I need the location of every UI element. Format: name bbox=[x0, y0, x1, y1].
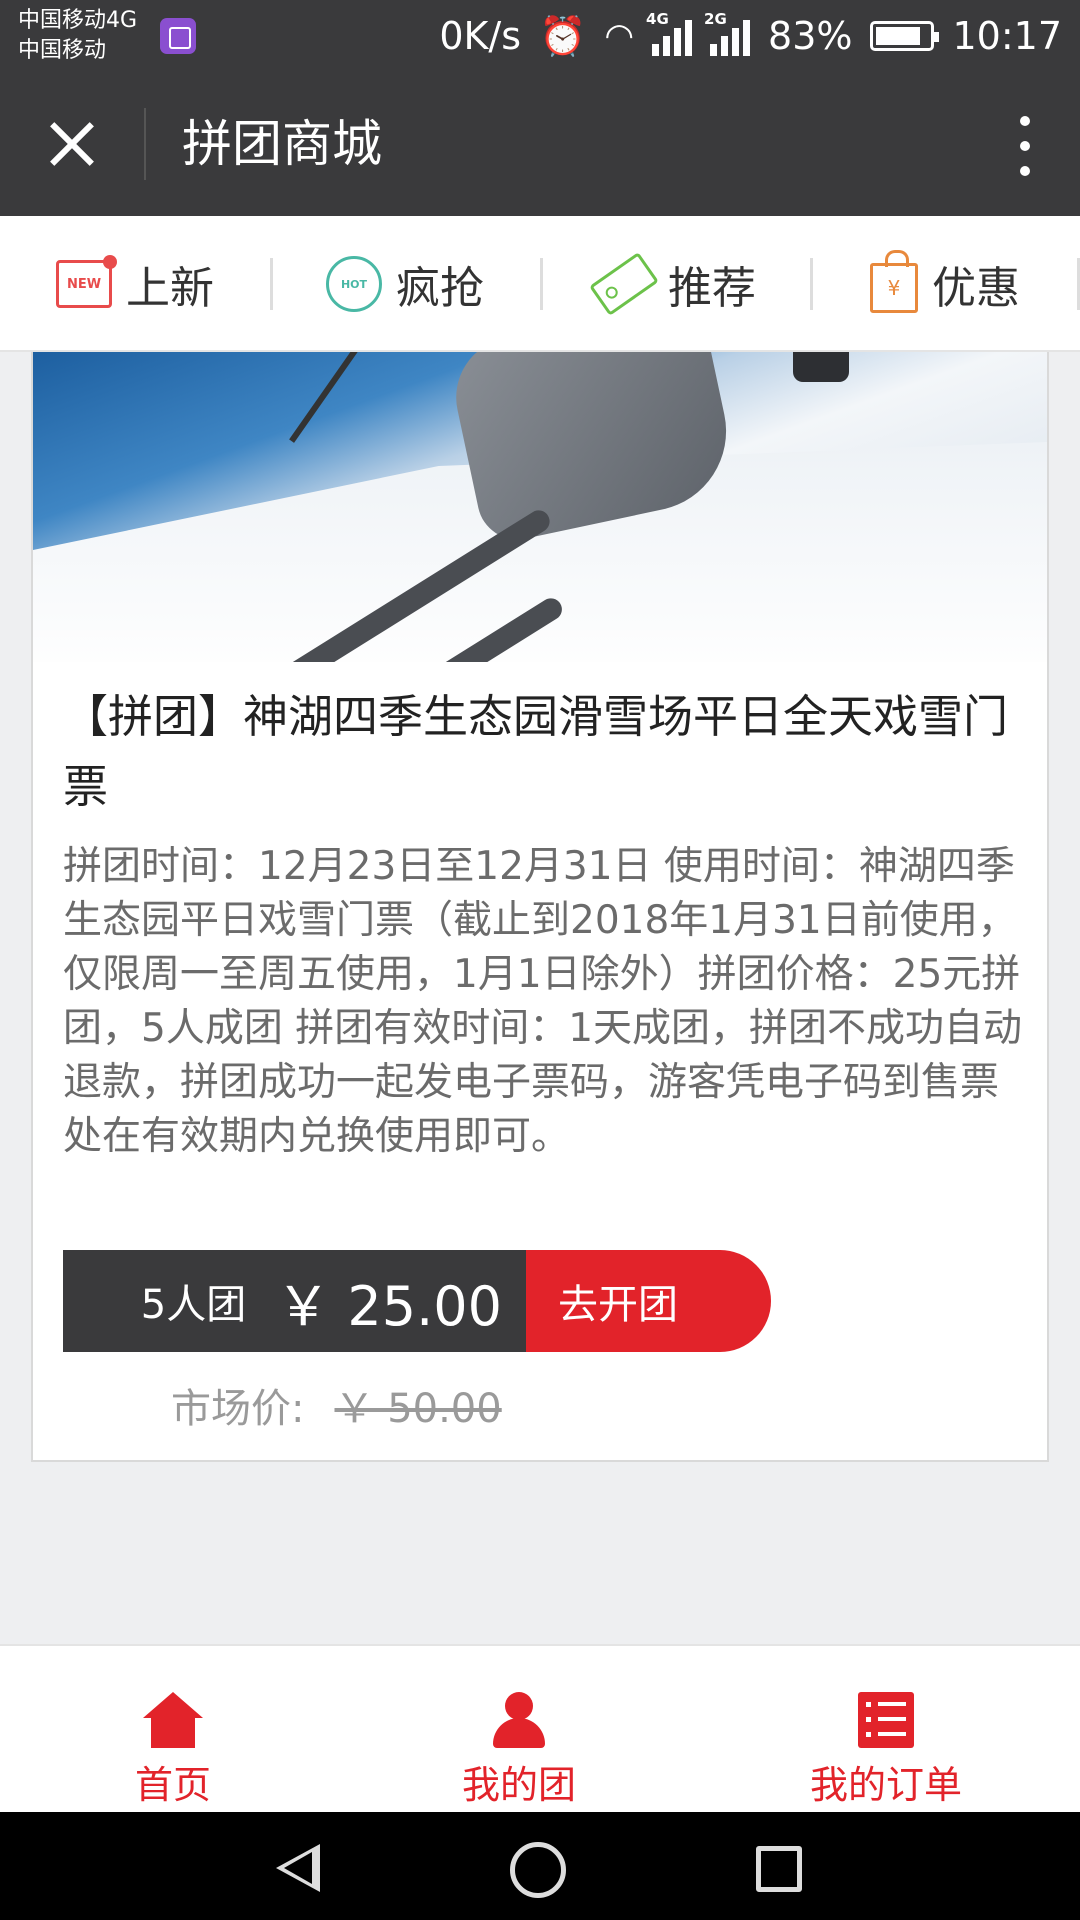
carrier-line-1: 中国移动4G bbox=[18, 8, 138, 33]
signal-4g-icon: 4G bbox=[646, 10, 693, 56]
category-discount[interactable]: ¥ 优惠 bbox=[810, 216, 1080, 352]
gallery-notification-icon bbox=[160, 18, 196, 54]
market-price-row: 市场价: ￥ 50.00 bbox=[171, 1376, 502, 1434]
battery-percent: 83% bbox=[768, 14, 853, 58]
hot-icon: HOT bbox=[326, 256, 382, 312]
title-divider bbox=[144, 108, 146, 180]
clock: 10:17 bbox=[952, 14, 1062, 58]
alarm-icon: ⏰ bbox=[539, 13, 587, 58]
battery-icon bbox=[870, 21, 940, 51]
group-info: 5人团 ￥ 25.00 bbox=[63, 1250, 526, 1352]
tab-my-orders[interactable]: 我的订单 bbox=[692, 1646, 1080, 1814]
new-icon: NEW bbox=[56, 255, 117, 308]
tab-home[interactable]: 首页 bbox=[0, 1646, 346, 1814]
status-bar: 中国移动4G 中国移动 0K/s ⏰ ◠ 4G 2G 83% 10:17 bbox=[0, 0, 1080, 72]
bottom-tab-bar: 首页 我的团 我的订单 bbox=[0, 1644, 1080, 1812]
product-card[interactable]: 【拼团】神湖四季生态园滑雪场平日全天戏雪门票 拼团时间：12月23日至12月31… bbox=[31, 352, 1049, 1462]
home-icon bbox=[143, 1692, 203, 1748]
wifi-icon: ◠ bbox=[604, 16, 635, 56]
user-icon bbox=[489, 1692, 549, 1748]
start-group-button[interactable]: 去开团 bbox=[526, 1250, 771, 1352]
net-speed: 0K/s bbox=[439, 14, 522, 58]
market-price-label: 市场价: bbox=[171, 1386, 305, 1432]
category-label: 上新 bbox=[126, 263, 214, 314]
tab-label: 我的团 bbox=[461, 1763, 576, 1807]
tab-label: 我的订单 bbox=[809, 1763, 962, 1807]
status-indicators: 0K/s ⏰ ◠ 4G 2G 83% 10:17 bbox=[439, 0, 1062, 72]
shopping-bag-icon: ¥ bbox=[870, 250, 918, 313]
back-icon[interactable] bbox=[276, 1844, 320, 1892]
market-price: ￥ 50.00 bbox=[334, 1386, 502, 1432]
order-list-icon bbox=[858, 1692, 914, 1748]
signal-2g-icon: 2G bbox=[704, 10, 751, 56]
system-nav-bar bbox=[0, 1812, 1080, 1920]
carrier-info: 中国移动4G 中国移动 bbox=[18, 6, 137, 66]
tab-my-groups[interactable]: 我的团 bbox=[346, 1646, 692, 1814]
home-circle-icon[interactable] bbox=[510, 1842, 566, 1898]
tab-label: 首页 bbox=[134, 1763, 211, 1807]
category-nav: NEW 上新 HOT 疯抢 推荐 ¥ 优惠 bbox=[0, 216, 1080, 352]
title-bar: 拼团商城 bbox=[0, 72, 1080, 216]
category-label: 疯抢 bbox=[396, 263, 484, 314]
category-label: 推荐 bbox=[668, 263, 756, 314]
category-recommend[interactable]: 推荐 bbox=[540, 216, 810, 352]
close-icon[interactable] bbox=[40, 112, 104, 176]
product-description: 拼团时间：12月23日至12月31日 使用时间：神湖四季生态园平日戏雪门票（截止… bbox=[63, 844, 1023, 1159]
tag-icon bbox=[589, 252, 659, 316]
category-new[interactable]: NEW 上新 bbox=[0, 216, 270, 352]
group-size: 5人团 bbox=[140, 1282, 247, 1328]
more-options-icon[interactable] bbox=[1010, 116, 1040, 176]
group-price: ￥ 25.00 bbox=[276, 1274, 502, 1338]
buy-bar: 5人团 ￥ 25.00 去开团 bbox=[63, 1250, 771, 1352]
product-image[interactable] bbox=[33, 352, 1047, 662]
carrier-line-2: 中国移动 bbox=[18, 38, 107, 63]
page-title: 拼团商城 bbox=[182, 115, 382, 173]
recent-apps-icon[interactable] bbox=[756, 1846, 802, 1892]
product-title[interactable]: 【拼团】神湖四季生态园滑雪场平日全天戏雪门票 bbox=[63, 682, 1023, 822]
category-hot[interactable]: HOT 疯抢 bbox=[270, 216, 540, 352]
category-label: 优惠 bbox=[932, 263, 1020, 314]
